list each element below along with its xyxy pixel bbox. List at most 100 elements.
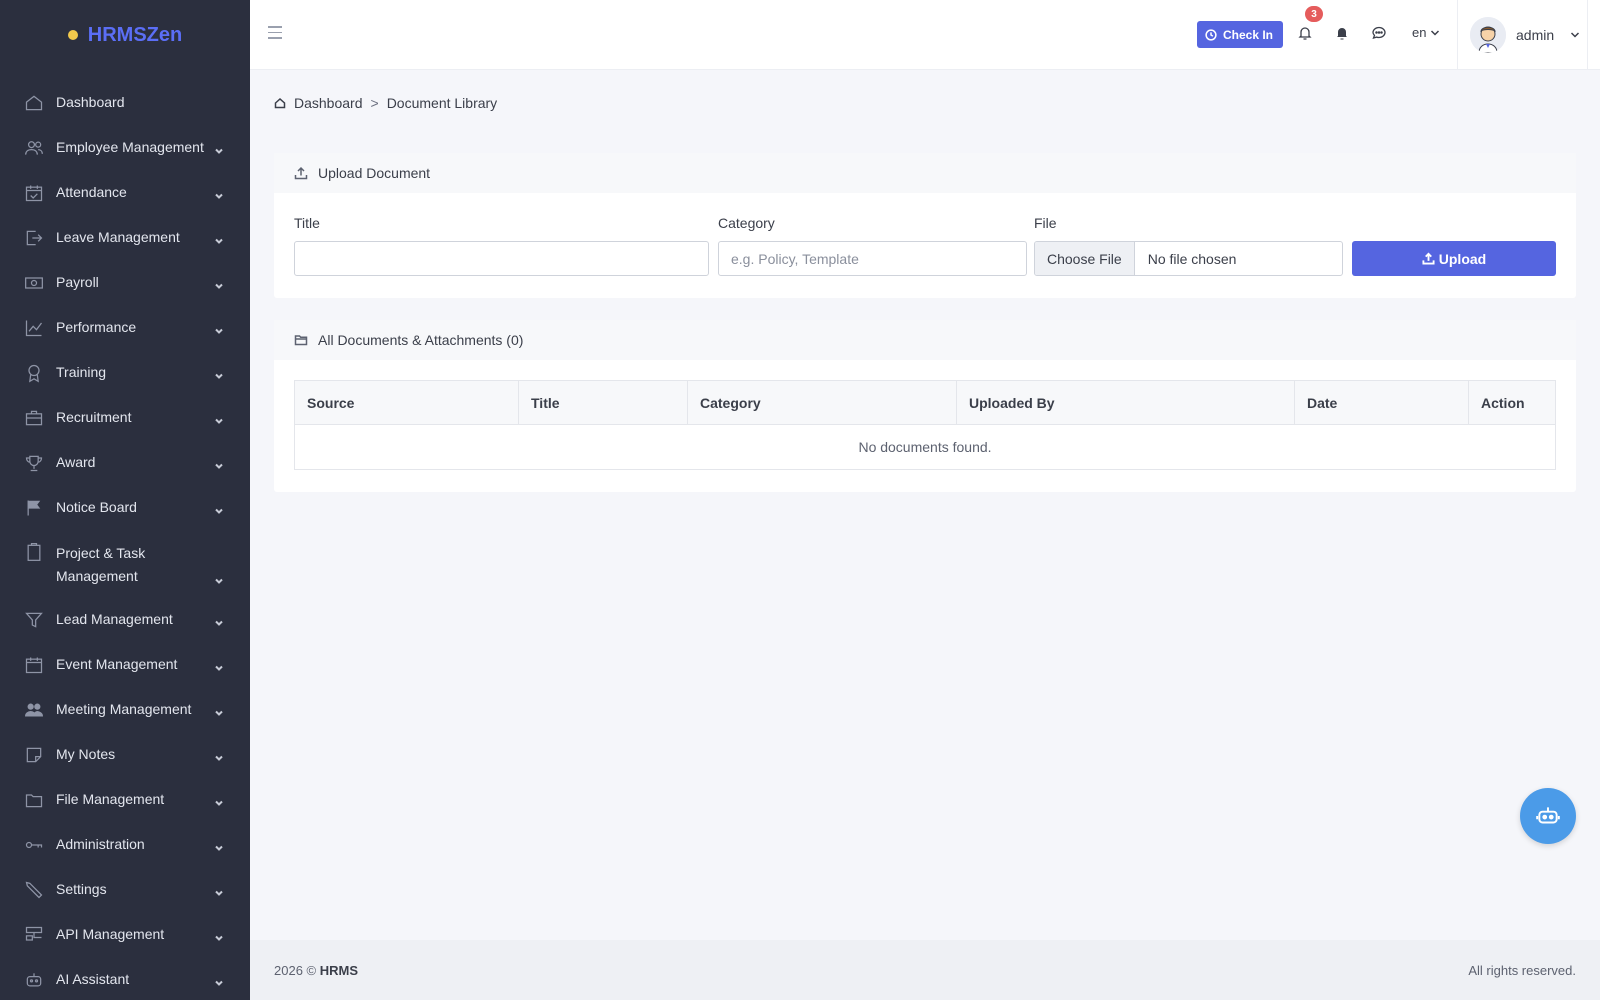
footer-year: 2026 ©: [274, 962, 317, 978]
topbar-divider: [1457, 0, 1458, 70]
language-selector[interactable]: en: [1412, 25, 1440, 40]
chart-line-icon: [24, 318, 44, 338]
column-header-category[interactable]: Category: [687, 380, 957, 425]
sidebar-item-dashboard[interactable]: Dashboard: [0, 80, 250, 125]
calendar-icon: [24, 655, 44, 675]
category-input[interactable]: [718, 241, 1027, 276]
chevron-down-icon: [214, 233, 224, 244]
breadcrumb-separator: >: [370, 95, 379, 111]
sticky-note-icon: [24, 745, 44, 765]
notification-badge: 3: [1305, 6, 1323, 22]
folder-open-icon: [294, 335, 308, 346]
sidebar-item-label: Award: [56, 454, 96, 470]
chevron-down-icon: [214, 930, 224, 941]
breadcrumb-dashboard-link[interactable]: Dashboard: [294, 95, 363, 111]
sidebar-item-project-task-management[interactable]: Project & Task Management: [0, 530, 250, 597]
file-input[interactable]: Choose File No file chosen: [1034, 241, 1343, 276]
sidebar-item-ai-assistant[interactable]: AI Assistant: [0, 957, 250, 1000]
chevron-down-icon: [214, 573, 224, 584]
notification-bell-icon[interactable]: [1297, 25, 1315, 43]
user-name: admin: [1516, 27, 1555, 43]
upload-icon: [1422, 252, 1435, 265]
chevron-down-icon: [214, 188, 224, 199]
sidebar-item-label: Notice Board: [56, 499, 137, 515]
sidebar-item-label: Payroll: [56, 274, 99, 290]
sidebar-item-lead-management[interactable]: Lead Management: [0, 597, 250, 642]
sidebar-item-label: Leave Management: [56, 229, 180, 245]
documents-card: All Documents & Attachments (0) Source T…: [274, 320, 1576, 492]
column-header-source[interactable]: Source: [294, 380, 519, 425]
footer-copyright: 2026 © HRMS: [274, 963, 358, 978]
sidebar-item-administration[interactable]: Administration: [0, 822, 250, 867]
sidebar-item-label: My Notes: [56, 746, 116, 762]
brand[interactable]: HRMSZen: [0, 0, 250, 70]
column-header-uploaded-by[interactable]: Uploaded By: [956, 380, 1295, 425]
sidebar-item-label: Recruitment: [56, 409, 132, 425]
clock-icon: [1205, 28, 1217, 41]
sidebar-item-label: Attendance: [56, 184, 127, 200]
chevron-down-icon: [214, 840, 224, 851]
key-icon: [24, 835, 44, 855]
choose-file-button[interactable]: Choose File: [1035, 242, 1135, 275]
table-header-row: Source Title Category Uploaded By Date A…: [294, 380, 1556, 425]
upload-document-card: Upload Document Title Category File Choo…: [274, 153, 1576, 298]
table-row: No documents found.: [294, 424, 1556, 470]
file-status-text: No file chosen: [1147, 250, 1237, 267]
award-ribbon-icon: [24, 363, 44, 383]
empty-table-message: No documents found.: [294, 424, 1556, 470]
chevron-down-icon: [214, 975, 224, 986]
alerts-bell-icon[interactable]: [1334, 25, 1352, 43]
chevron-down-icon: [214, 705, 224, 716]
sidebar: HRMSZen Dashboard Employee Management At…: [0, 0, 250, 1000]
sidebar-item-award[interactable]: Award: [0, 440, 250, 485]
money-icon: [24, 273, 44, 293]
column-header-title[interactable]: Title: [518, 380, 688, 425]
column-header-date[interactable]: Date: [1294, 380, 1469, 425]
users-icon: [24, 138, 44, 158]
sidebar-item-api-management[interactable]: API Management: [0, 912, 250, 957]
sidebar-item-payroll[interactable]: Payroll: [0, 260, 250, 305]
avatar: [1470, 17, 1506, 53]
upload-button-label: Upload: [1438, 250, 1487, 267]
sidebar-item-settings[interactable]: Settings: [0, 867, 250, 912]
column-header-action: Action: [1468, 380, 1556, 425]
robot-icon: [24, 970, 44, 990]
sidebar-item-label: Project & Task Management: [56, 545, 146, 584]
sidebar-item-attendance[interactable]: Attendance: [0, 170, 250, 215]
language-label: en: [1412, 25, 1427, 40]
check-in-button[interactable]: Check In: [1197, 21, 1284, 48]
chat-icon[interactable]: [1371, 25, 1389, 43]
sidebar-item-my-notes[interactable]: My Notes: [0, 732, 250, 777]
sign-out-icon: [24, 228, 44, 248]
upload-button[interactable]: Upload: [1352, 241, 1556, 276]
folder-icon: [24, 790, 44, 810]
footer: 2026 © HRMS All rights reserved.: [250, 940, 1600, 1000]
sidebar-item-event-management[interactable]: Event Management: [0, 642, 250, 687]
title-input[interactable]: [294, 241, 709, 276]
sidebar-item-label: Performance: [56, 319, 137, 335]
sidebar-item-label: AI Assistant: [56, 971, 130, 987]
documents-card-title: All Documents & Attachments (0): [318, 332, 524, 348]
wrench-icon: [24, 880, 44, 900]
chevron-down-icon: [1571, 32, 1580, 38]
sidebar-item-employee-management[interactable]: Employee Management: [0, 125, 250, 170]
documents-table: Source Title Category Uploaded By Date A…: [294, 380, 1556, 470]
ai-assistant-button[interactable]: [1520, 788, 1576, 844]
sidebar-item-file-management[interactable]: File Management: [0, 777, 250, 822]
sidebar-item-meeting-management[interactable]: Meeting Management: [0, 687, 250, 732]
clipboard-icon: [24, 542, 44, 562]
sidebar-item-notice-board[interactable]: Notice Board: [0, 485, 250, 530]
chevron-down-icon: [214, 323, 224, 334]
sidebar-item-performance[interactable]: Performance: [0, 305, 250, 350]
user-menu[interactable]: admin: [1470, 17, 1580, 53]
sidebar-item-label: Lead Management: [56, 611, 173, 627]
funnel-icon: [24, 610, 44, 630]
people-icon: [24, 700, 44, 720]
sidebar-item-leave-management[interactable]: Leave Management: [0, 215, 250, 260]
chevron-down-icon: [214, 143, 224, 154]
brand-dot-icon: [67, 30, 78, 40]
sidebar-item-training[interactable]: Training: [0, 350, 250, 395]
sidebar-item-recruitment[interactable]: Recruitment: [0, 395, 250, 440]
menu-toggle-icon[interactable]: [268, 26, 282, 42]
sidebar-item-label: Dashboard: [56, 94, 125, 110]
